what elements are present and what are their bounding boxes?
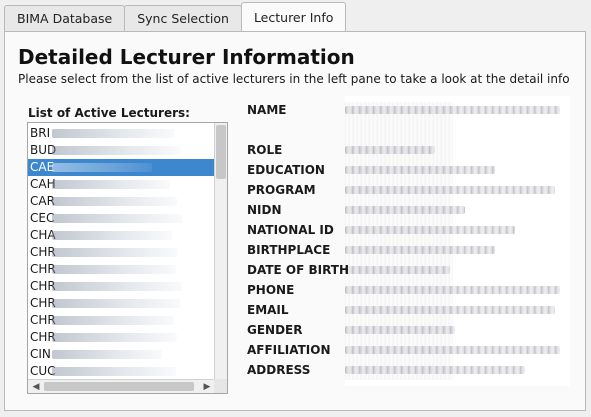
redacted-text: [52, 350, 162, 359]
list-item[interactable]: CHR: [28, 312, 214, 329]
lecturer-list: BRI BUD CAE CAH CAR CEC CHA CHR CHR CHR CHR CHR CHR C…: [28, 125, 214, 380]
list-item[interactable]: CHR: [28, 329, 214, 346]
redacted-text: [52, 265, 176, 274]
redacted-value: [345, 206, 465, 214]
field-label-nidn: NIDN: [247, 203, 282, 217]
redacted-text: [52, 248, 178, 257]
horizontal-scrollbar[interactable]: ◀ ▶: [28, 379, 227, 393]
list-item[interactable]: CAH: [28, 176, 214, 193]
redacted-text: [52, 282, 182, 291]
list-item[interactable]: CHR: [28, 261, 214, 278]
field-label-gender: GENDER: [247, 323, 303, 337]
list-item-label: CIN: [30, 347, 51, 361]
vertical-scroll-thumb[interactable]: [216, 125, 226, 179]
scroll-left-icon[interactable]: ◀: [30, 381, 42, 393]
horizontal-scroll-thumb[interactable]: [44, 382, 194, 391]
field-label-role: ROLE: [247, 143, 283, 157]
tab-bima-database[interactable]: BIMA Database: [4, 5, 126, 31]
redacted-value: [345, 166, 495, 174]
field-label-program: PROGRAM: [247, 183, 316, 197]
redacted-value: [345, 226, 515, 234]
list-item[interactable]: CHR: [28, 295, 214, 312]
lecturer-listbox[interactable]: BRI BUD CAE CAH CAR CEC CHA CHR CHR CHR CHR CHR CHR C…: [27, 122, 228, 394]
lecturer-list-label: List of Active Lecturers:: [28, 106, 190, 120]
redacted-value: [345, 106, 560, 114]
lecturer-info-panel: Detailed Lecturer Information Please sel…: [4, 31, 586, 411]
redacted-text: [52, 333, 177, 342]
scroll-right-icon[interactable]: ▶: [201, 381, 213, 393]
list-item[interactable]: CHR: [28, 244, 214, 261]
redacted-value: [345, 306, 555, 314]
field-label-name: NAME: [247, 103, 287, 117]
redacted-value: [345, 146, 435, 154]
list-item-label: CAE: [30, 160, 55, 174]
list-item[interactable]: CEC: [28, 210, 214, 227]
vertical-scrollbar[interactable]: [214, 123, 227, 379]
scroll-corner: [214, 379, 227, 393]
redacted-text: [52, 197, 177, 206]
redacted-text: [52, 146, 180, 155]
list-item[interactable]: BRI: [28, 125, 214, 142]
redacted-text: [52, 163, 152, 172]
list-item[interactable]: CAE: [28, 159, 214, 176]
list-item-label: BRI: [30, 126, 51, 140]
detail-values-area: [345, 96, 570, 386]
redacted-text: [52, 129, 174, 138]
redacted-text: [52, 231, 172, 240]
redacted-column: [345, 102, 453, 380]
list-item[interactable]: CIN: [28, 346, 214, 363]
tab-lecturer-info[interactable]: Lecturer Info: [240, 2, 347, 31]
field-label-national-id: NATIONAL ID: [247, 223, 334, 237]
page-subtitle: Please select from the list of active le…: [18, 72, 570, 86]
field-label-birthplace: BIRTHPLACE: [247, 243, 331, 257]
redacted-text: [52, 180, 170, 189]
field-label-date-of-birth: DATE OF BIRTH: [247, 263, 349, 277]
list-item[interactable]: CHA: [28, 227, 214, 244]
field-label-education: EDUCATION: [247, 163, 325, 177]
redacted-value: [345, 246, 495, 254]
redacted-value: [345, 326, 455, 334]
list-item[interactable]: CHR: [28, 278, 214, 295]
page-title: Detailed Lecturer Information: [18, 45, 355, 69]
redacted-value: [345, 186, 555, 194]
redacted-value: [345, 366, 525, 374]
field-label-address: ADDRESS: [247, 363, 311, 377]
list-item-label: CEC: [30, 211, 55, 225]
field-label-email: EMAIL: [247, 303, 289, 317]
redacted-text: [52, 316, 174, 325]
list-item[interactable]: BUD: [28, 142, 214, 159]
field-label-phone: PHONE: [247, 283, 295, 297]
list-item[interactable]: CAR: [28, 193, 214, 210]
field-label-affiliation: AFFILIATION: [247, 343, 331, 357]
redacted-text: [52, 367, 176, 376]
redacted-value: [345, 286, 560, 294]
redacted-value: [345, 346, 560, 354]
tab-bar: BIMA Database Sync Selection Lecturer In…: [4, 2, 347, 31]
list-item[interactable]: CUC: [28, 363, 214, 380]
app-window: BIMA Database Sync Selection Lecturer In…: [0, 0, 591, 417]
redacted-value: [345, 266, 450, 274]
tab-sync-selection[interactable]: Sync Selection: [124, 5, 242, 31]
redacted-text: [52, 299, 180, 308]
redacted-text: [52, 214, 182, 223]
